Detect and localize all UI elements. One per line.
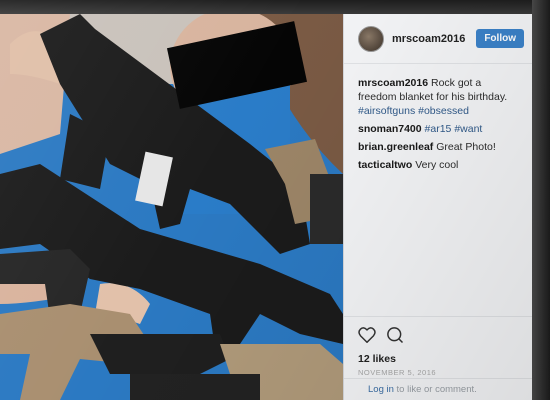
heart-icon[interactable] xyxy=(358,327,376,343)
monitor-bezel-top xyxy=(0,0,550,14)
post-side-panel: mrscoam2016 Follow mrscoam2016 Rock got … xyxy=(343,14,533,400)
post-date: NOVEMBER 5, 2016 xyxy=(358,368,437,377)
comment-username[interactable]: mrscoam2016 xyxy=(358,77,428,89)
post-photo xyxy=(0,14,343,400)
avatar[interactable] xyxy=(358,25,384,52)
comment-hashtags[interactable]: #ar15 #want xyxy=(425,123,483,135)
comment-item: snoman7400 #ar15 #want xyxy=(358,122,520,136)
login-prompt-text: to like or comment. xyxy=(393,384,477,395)
action-bar xyxy=(358,323,519,347)
follow-button[interactable]: Follow xyxy=(476,29,524,48)
comment-item: brian.greenleaf Great Photo! xyxy=(358,140,520,154)
likes-count[interactable]: 12 likes xyxy=(358,353,519,365)
comment-username[interactable]: tacticaltwo xyxy=(358,159,412,171)
comment-item: tacticaltwo Very cool xyxy=(358,158,520,172)
comment-username[interactable]: brian.greenleaf xyxy=(358,141,433,153)
post-header: mrscoam2016 Follow xyxy=(344,14,532,64)
comment-text: Great Photo! xyxy=(436,141,496,153)
header-username[interactable]: mrscoam2016 xyxy=(392,33,476,45)
monitor-bezel-right xyxy=(532,0,550,400)
comment-icon[interactable] xyxy=(386,326,404,344)
comment-username[interactable]: snoman7400 xyxy=(358,123,422,135)
login-link[interactable]: Log in xyxy=(368,384,394,395)
comment-hashtags[interactable]: #airsoftguns #obsessed xyxy=(358,105,469,117)
login-prompt: Log in to like or comment. xyxy=(344,378,533,400)
comments-list: mrscoam2016 Rock got a freedom blanket f… xyxy=(344,64,532,172)
comment-item: mrscoam2016 Rock got a freedom blanket f… xyxy=(358,76,520,118)
comment-text: Very cool xyxy=(415,159,459,171)
